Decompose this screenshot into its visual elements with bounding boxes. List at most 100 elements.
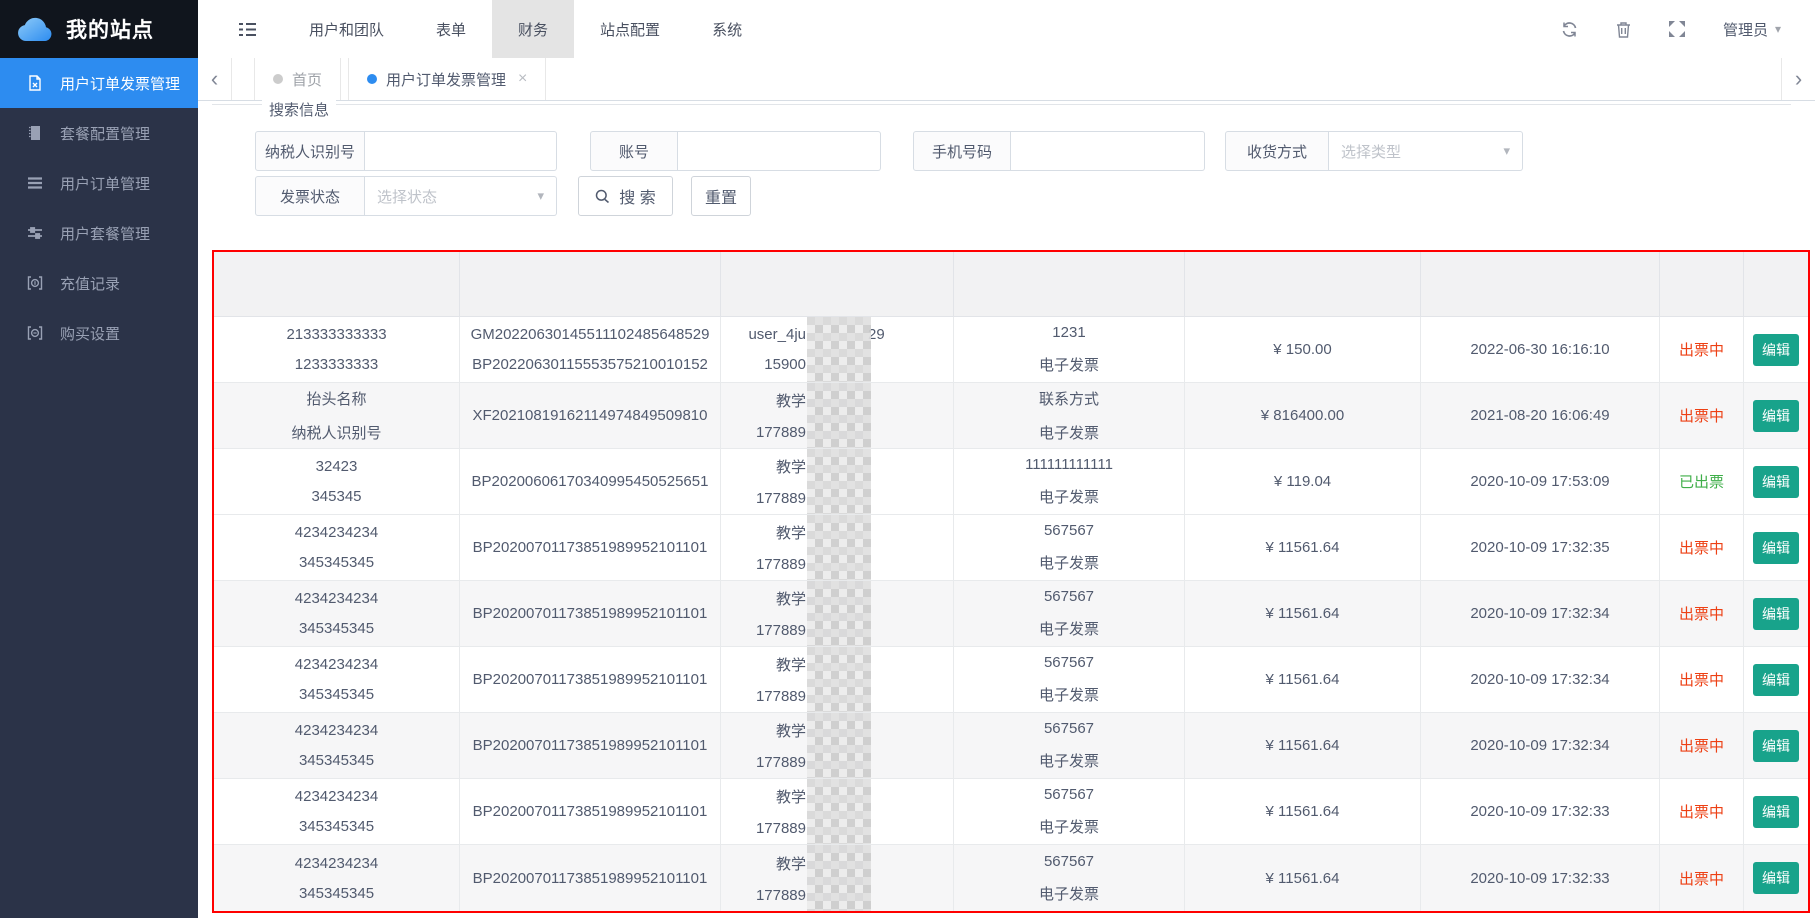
invoice-title-cell: 4234234234345345345 bbox=[214, 713, 460, 778]
nav-item-forms[interactable]: 表单 bbox=[410, 0, 492, 58]
contact-cell: 1231电子发票 bbox=[954, 317, 1185, 382]
reset-button[interactable]: 重置 bbox=[691, 176, 751, 216]
account-phone: 177889 bbox=[721, 820, 806, 837]
nav-item-site-config[interactable]: 站点配置 bbox=[574, 0, 686, 58]
phone-input[interactable] bbox=[1011, 131, 1205, 171]
order-number: BP20220630115553575210010152 bbox=[472, 356, 708, 373]
edit-button[interactable]: 编辑 bbox=[1753, 532, 1799, 564]
account-phone: 177889 bbox=[721, 556, 806, 573]
edit-button[interactable]: 编辑 bbox=[1753, 862, 1799, 894]
edit-button[interactable]: 编辑 bbox=[1753, 598, 1799, 630]
invoice-amount: ¥ 11561.64 bbox=[1185, 647, 1421, 712]
edit-button[interactable]: 编辑 bbox=[1753, 466, 1799, 498]
invoice-status-select[interactable]: 选择状态 ▾ bbox=[365, 176, 557, 216]
invoice-status-badge: 出票中 bbox=[1660, 581, 1744, 646]
menu-collapse-icon[interactable] bbox=[238, 0, 257, 58]
table-header-cell bbox=[1421, 252, 1660, 316]
nav-item-label: 站点配置 bbox=[600, 19, 660, 40]
chevron-left-icon[interactable]: ‹ bbox=[198, 58, 232, 100]
invoice-title-line: 32423 bbox=[316, 458, 358, 475]
tab-dot-icon bbox=[367, 74, 377, 84]
tab-home[interactable]: 首页 bbox=[254, 58, 341, 100]
invoice-status-field-group: 发票状态 选择状态 ▾ bbox=[255, 176, 557, 216]
search-panel-border: 搜索信息 bbox=[212, 104, 1791, 105]
edit-button[interactable]: 编辑 bbox=[1753, 664, 1799, 696]
user-menu[interactable]: 管理员 ▾ bbox=[1723, 19, 1781, 40]
nav-item-label: 系统 bbox=[712, 19, 742, 40]
invoice-status-badge: 出票中 bbox=[1660, 713, 1744, 778]
chevron-right-icon[interactable]: › bbox=[1781, 58, 1815, 100]
nav-item-users-teams[interactable]: 用户和团队 bbox=[283, 0, 410, 58]
sidebar-item-user-packages[interactable]: 用户套餐管理 bbox=[0, 208, 198, 258]
select-placeholder: 选择状态 bbox=[377, 186, 437, 207]
invoice-created-time: 2020-10-09 17:32:34 bbox=[1421, 713, 1660, 778]
select-placeholder: 选择类型 bbox=[1341, 141, 1401, 162]
tab-user-order-invoice[interactable]: 用户订单发票管理 × bbox=[348, 58, 546, 100]
account-input[interactable] bbox=[678, 131, 881, 171]
sidebar-item-package-config[interactable]: 套餐配置管理 bbox=[0, 108, 198, 158]
edit-button[interactable]: 编辑 bbox=[1753, 796, 1799, 828]
refresh-icon[interactable] bbox=[1561, 21, 1578, 38]
order-number: BP20200606170340995450525651 bbox=[472, 473, 709, 490]
invoice-title-line: 抬头名称 bbox=[306, 388, 366, 409]
edit-button[interactable]: 编辑 bbox=[1753, 400, 1799, 432]
account-cell: 教学 177889 bbox=[721, 713, 954, 778]
sidebar-item-user-order-invoice[interactable]: 用户订单发票管理 bbox=[0, 58, 198, 108]
nav-item-system[interactable]: 系统 bbox=[686, 0, 768, 58]
caret-down-icon: ▾ bbox=[1775, 22, 1781, 36]
fullscreen-icon[interactable] bbox=[1669, 21, 1685, 37]
delivery-select[interactable]: 选择类型 ▾ bbox=[1329, 131, 1523, 171]
edit-button[interactable]: 编辑 bbox=[1753, 334, 1799, 366]
action-cell: 编辑 bbox=[1744, 647, 1808, 712]
action-cell: 编辑 bbox=[1744, 449, 1808, 514]
account-label: 账号 bbox=[590, 131, 678, 171]
invoice-amount: ¥ 150.00 bbox=[1185, 317, 1421, 382]
invoice-title-line: 4234234234 bbox=[295, 855, 378, 872]
contact-line: 电子发票 bbox=[1039, 486, 1099, 507]
invoice-status-badge: 出票中 bbox=[1660, 317, 1744, 382]
nav-item-finance[interactable]: 财务 bbox=[492, 0, 574, 58]
edit-button[interactable]: 编辑 bbox=[1753, 730, 1799, 762]
taxpayer-id-label: 纳税人识别号 bbox=[255, 131, 365, 171]
table-row: 32423 345345 BP20200606170340995450525651… bbox=[214, 449, 1808, 515]
tab-dot-icon bbox=[273, 74, 283, 84]
invoice-title-line: 345345 bbox=[311, 488, 361, 505]
invoice-amount: ¥ 11561.64 bbox=[1185, 779, 1421, 844]
user-name: 管理员 bbox=[1723, 19, 1768, 40]
tab-label: 首页 bbox=[292, 69, 322, 90]
table-row: 4234234234345345345 BP202007011738519899… bbox=[214, 515, 1808, 581]
sidebar-item-user-orders[interactable]: 用户订单管理 bbox=[0, 158, 198, 208]
invoice-title-cell: 4234234234 345345345 bbox=[214, 845, 460, 911]
sidebar-item-purchase-settings[interactable]: 购买设置 bbox=[0, 308, 198, 358]
contact-line: 567567 bbox=[1044, 588, 1094, 605]
sidebar-item-label: 套餐配置管理 bbox=[60, 123, 150, 144]
table-row: 4234234234345345345 BP202007011738519899… bbox=[214, 779, 1808, 845]
table-row: 2133333333331233333333 GM202206301455111… bbox=[214, 317, 1808, 383]
delivery-label: 收货方式 bbox=[1225, 131, 1329, 171]
search-button[interactable]: 搜 索 bbox=[578, 176, 673, 216]
order-number: BP20200701173851989952101101 bbox=[473, 870, 708, 887]
order-numbers-cell: XF20210819162114974849509810 bbox=[460, 383, 721, 448]
invoice-amount: ¥ 11561.64 bbox=[1185, 581, 1421, 646]
contact-line: 567567 bbox=[1044, 853, 1094, 870]
caret-down-icon: ▾ bbox=[1503, 143, 1510, 159]
invoice-title-line: 345345345 bbox=[299, 885, 374, 902]
invoice-status-badge: 已出票 bbox=[1660, 449, 1744, 514]
contact-cell: 567567电子发票 bbox=[954, 581, 1185, 646]
action-cell: 编辑 bbox=[1744, 713, 1808, 778]
account-cell: 教学 177889 bbox=[721, 515, 954, 580]
package-config-icon bbox=[27, 125, 43, 141]
taxpayer-id-input[interactable] bbox=[365, 131, 557, 171]
table-header-cell bbox=[721, 252, 954, 316]
table-header-cell bbox=[1744, 252, 1808, 316]
privacy-blur-mask bbox=[807, 317, 871, 382]
invoice-title-line: 345345345 bbox=[299, 620, 374, 637]
sidebar-item-recharge-records[interactable]: 充值记录 bbox=[0, 258, 198, 308]
invoice-title-line: 1233333333 bbox=[295, 356, 378, 373]
close-icon[interactable]: × bbox=[518, 70, 527, 88]
action-cell: 编辑 bbox=[1744, 581, 1808, 646]
table-header bbox=[214, 252, 1808, 317]
account-name: 教学 bbox=[721, 853, 806, 874]
account-cell: 教学 177889 bbox=[721, 449, 954, 514]
trash-icon[interactable] bbox=[1616, 21, 1631, 38]
